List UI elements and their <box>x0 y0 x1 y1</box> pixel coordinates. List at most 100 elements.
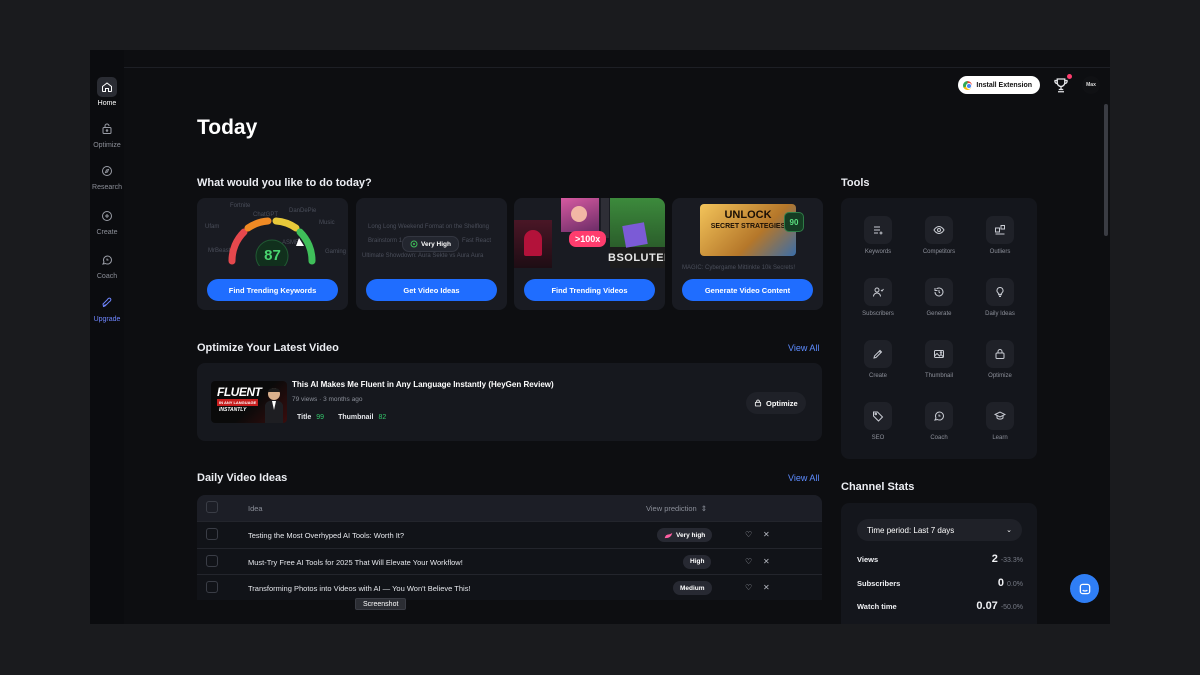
find-trending-videos-button[interactable]: Find Trending Videos <box>524 279 655 301</box>
video-thumbnail <box>561 198 599 232</box>
tool-generate[interactable]: Generate <box>909 278 969 317</box>
title-score-label: Title <box>297 414 312 421</box>
close-icon[interactable]: ✕ <box>763 557 770 566</box>
sidebar-item-home[interactable]: Home <box>90 77 124 107</box>
channel-stats-panel: Time period: Last 7 days ⌄ Views 2 -33.3%… <box>841 503 1037 624</box>
sidebar-item-upgrade[interactable]: Upgrade <box>90 293 124 323</box>
video-title[interactable]: This AI Makes Me Fluent in Any Language … <box>292 380 554 389</box>
row-checkbox[interactable] <box>206 554 218 567</box>
tool-coach[interactable]: Coach <box>909 402 969 441</box>
chat-launcher-button[interactable] <box>1070 574 1099 603</box>
sidebar-item-create[interactable]: Create <box>90 206 124 236</box>
row-checkbox[interactable] <box>206 528 218 540</box>
heart-icon[interactable]: ♡ <box>745 530 752 539</box>
optimize-button[interactable]: Optimize <box>746 392 806 414</box>
install-extension-label: Install Extension <box>976 81 1032 89</box>
generated-thumbnail-subtitle: SECRET STRATEGIES <box>710 223 786 230</box>
outlier-badge: >100x <box>569 231 607 247</box>
time-period-value: Time period: Last 7 days <box>867 525 955 535</box>
install-extension-button[interactable]: Install Extension <box>958 76 1040 94</box>
tool-competitors[interactable]: Competitors <box>909 216 969 255</box>
time-period-select[interactable]: Time period: Last 7 days ⌄ <box>857 519 1022 541</box>
graduation-cap-icon <box>986 402 1014 430</box>
table-row[interactable]: Transforming Photos into Videos with AI … <box>197 574 822 600</box>
get-video-ideas-button[interactable]: Get Video Ideas <box>366 279 497 301</box>
sidebar-item-research[interactable]: Research <box>90 161 124 191</box>
lock-icon <box>754 399 762 407</box>
sidebar: Home Optimize Research Create Coach Upgr… <box>90 50 124 624</box>
faint-idea-text: Long Long Weekend Format on the Shelflon… <box>368 224 489 230</box>
tool-create[interactable]: Create <box>848 340 908 379</box>
table-header: Idea View prediction ⇕ <box>197 495 822 521</box>
tool-label: Thumbnail <box>924 373 953 379</box>
tool-learn[interactable]: Learn <box>970 402 1030 441</box>
generated-thumbnail-title: UNLOCK <box>724 209 772 221</box>
sidebar-item-label: Home <box>97 100 117 107</box>
notification-dot <box>1067 74 1072 79</box>
video-thumbnail <box>514 220 552 268</box>
tool-outliers[interactable]: Outliers <box>970 216 1030 255</box>
thumbnail-score: Thumbnail 82 <box>338 414 386 421</box>
stat-row-subscribers: Subscribers 0 0.0% <box>857 577 1023 589</box>
table-row[interactable]: Must-Try Free AI Tools for 2025 That Wil… <box>197 547 822 575</box>
sidebar-item-label: Coach <box>96 273 118 280</box>
sidebar-item-coach[interactable]: Coach <box>90 250 124 280</box>
column-header-idea: Idea <box>248 504 263 513</box>
tool-optimize[interactable]: Optimize <box>970 340 1030 379</box>
screenshot-tooltip: Screenshot <box>355 598 407 610</box>
optimize-view-all-link[interactable]: View All <box>788 343 819 353</box>
thumbnail-text: INSTANTLY <box>219 407 247 413</box>
close-icon[interactable]: ✕ <box>763 583 770 592</box>
sort-icon: ⇕ <box>700 504 708 513</box>
tool-label: Daily Ideas <box>985 311 1015 317</box>
row-checkbox[interactable] <box>206 581 218 593</box>
heart-icon[interactable]: ♡ <box>745 583 752 592</box>
faint-title-text: MAGIC: Cybergame Mittinkte 10k Secrets! <box>682 265 796 271</box>
tool-label: Keywords <box>864 249 892 255</box>
find-trending-keywords-button[interactable]: Find Trending Keywords <box>207 279 338 301</box>
scrollbar[interactable] <box>1104 104 1108 236</box>
prediction-pill: Medium <box>673 581 712 595</box>
optimize-icon <box>97 119 117 139</box>
sidebar-item-optimize[interactable]: Optimize <box>90 119 124 149</box>
stat-row-watch-time: Watch time 0.07 -50.0% <box>857 600 1023 612</box>
prediction-badge: Very High <box>402 236 459 252</box>
heart-icon[interactable]: ♡ <box>745 557 752 566</box>
tool-keywords[interactable]: Keywords <box>848 216 908 255</box>
tool-label: Outliers <box>989 249 1011 255</box>
generate-content-card[interactable]: UNLOCK SECRET STRATEGIES 90 MAGIC: Cyber… <box>672 198 823 310</box>
thumbnail-score-value: 82 <box>378 414 387 421</box>
column-header-prediction[interactable]: View prediction ⇕ <box>646 504 707 513</box>
avatar[interactable]: Max <box>1082 76 1100 94</box>
trophy-button[interactable] <box>1052 74 1072 94</box>
idea-text: Transforming Photos into Videos with AI … <box>248 584 471 593</box>
latest-video-card[interactable]: FLUENT IN ANY LANGUAGE INSTANTLY <box>197 363 822 441</box>
column-header-prediction-label: View prediction <box>646 504 697 513</box>
trending-keywords-card[interactable]: Fortnite ChatGPT DanDePie Music MrBeast … <box>197 198 348 310</box>
thumbnail-text: IN ANY LANGUAGE <box>217 399 259 406</box>
stat-change: 0.0% <box>1007 581 1023 588</box>
tool-seo[interactable]: SEO <box>848 402 908 441</box>
trending-videos-card[interactable]: BSOLUTEL >100x Find Trending Videos <box>514 198 665 310</box>
table-row[interactable]: Testing the Most Overhyped AI Tools: Wor… <box>197 521 822 548</box>
stat-label: Subscribers <box>857 579 901 588</box>
tool-subscribers[interactable]: Subscribers <box>848 278 908 317</box>
outliers-icon <box>986 216 1014 244</box>
lightbulb-icon <box>986 278 1014 306</box>
tool-daily-ideas[interactable]: Daily Ideas <box>970 278 1030 317</box>
ideas-view-all-link[interactable]: View All <box>788 473 819 483</box>
close-icon[interactable]: ✕ <box>763 530 770 539</box>
select-all-checkbox[interactable] <box>206 501 218 513</box>
chat-icon <box>97 250 117 270</box>
tool-thumbnail[interactable]: Thumbnail <box>909 340 969 379</box>
compass-icon <box>97 161 117 181</box>
faint-idea-text: Ultimate Showdown: Aura Sekte vs Aura Au… <box>362 253 484 259</box>
video-ideas-card[interactable]: Long Long Weekend Format on the Shelflon… <box>356 198 507 310</box>
gauge-score: 87 <box>264 247 281 264</box>
prediction-pill: Very high <box>657 528 713 542</box>
idea-text: Testing the Most Overhyped AI Tools: Wor… <box>248 531 405 540</box>
user-icon <box>864 278 892 306</box>
chevron-down-icon: ⌄ <box>1006 527 1012 534</box>
generate-video-content-button[interactable]: Generate Video Content <box>682 279 813 301</box>
tool-label: Learn <box>992 435 1008 441</box>
